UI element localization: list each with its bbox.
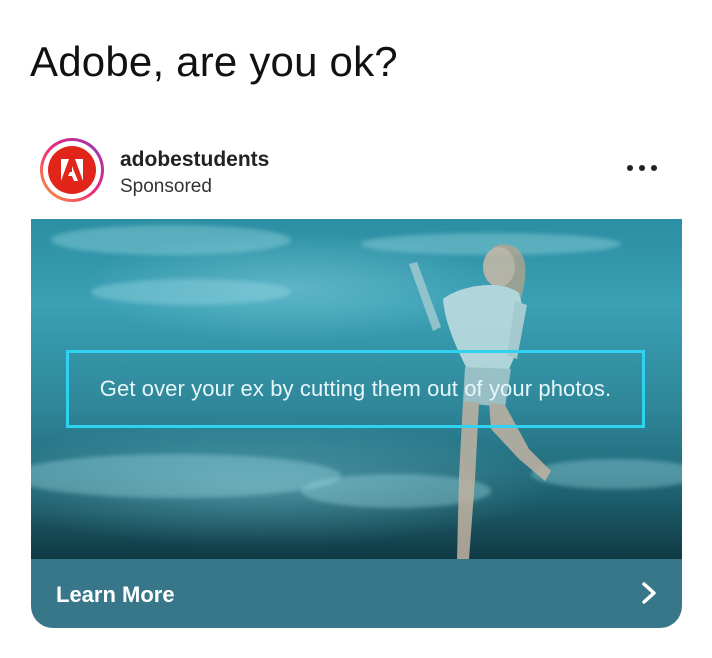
- account-handle[interactable]: adobestudents: [120, 148, 269, 172]
- more-options-button[interactable]: [624, 158, 660, 178]
- more-options-icon: [627, 165, 633, 171]
- ad-image[interactable]: Get over your ex by cutting them out of …: [31, 219, 682, 559]
- learn-more-label: Learn More: [56, 582, 175, 607]
- ad-overlay-text: Get over your ex by cutting them out of …: [99, 376, 612, 401]
- adobe-logo-icon: [48, 146, 96, 194]
- post-header: adobestudents Sponsored: [40, 138, 672, 208]
- learn-more-button[interactable]: Learn More: [31, 559, 682, 628]
- ad-overlay-text-box: Get over your ex by cutting them out of …: [66, 350, 645, 428]
- page: Adobe, are you ok? adobestudents Sponsor…: [0, 0, 712, 658]
- ad-card[interactable]: Get over your ex by cutting them out of …: [31, 219, 682, 628]
- meme-caption: Adobe, are you ok?: [30, 38, 398, 85]
- sponsored-label: Sponsored: [120, 176, 212, 197]
- chevron-right-icon: [642, 582, 656, 604]
- avatar[interactable]: [40, 138, 104, 202]
